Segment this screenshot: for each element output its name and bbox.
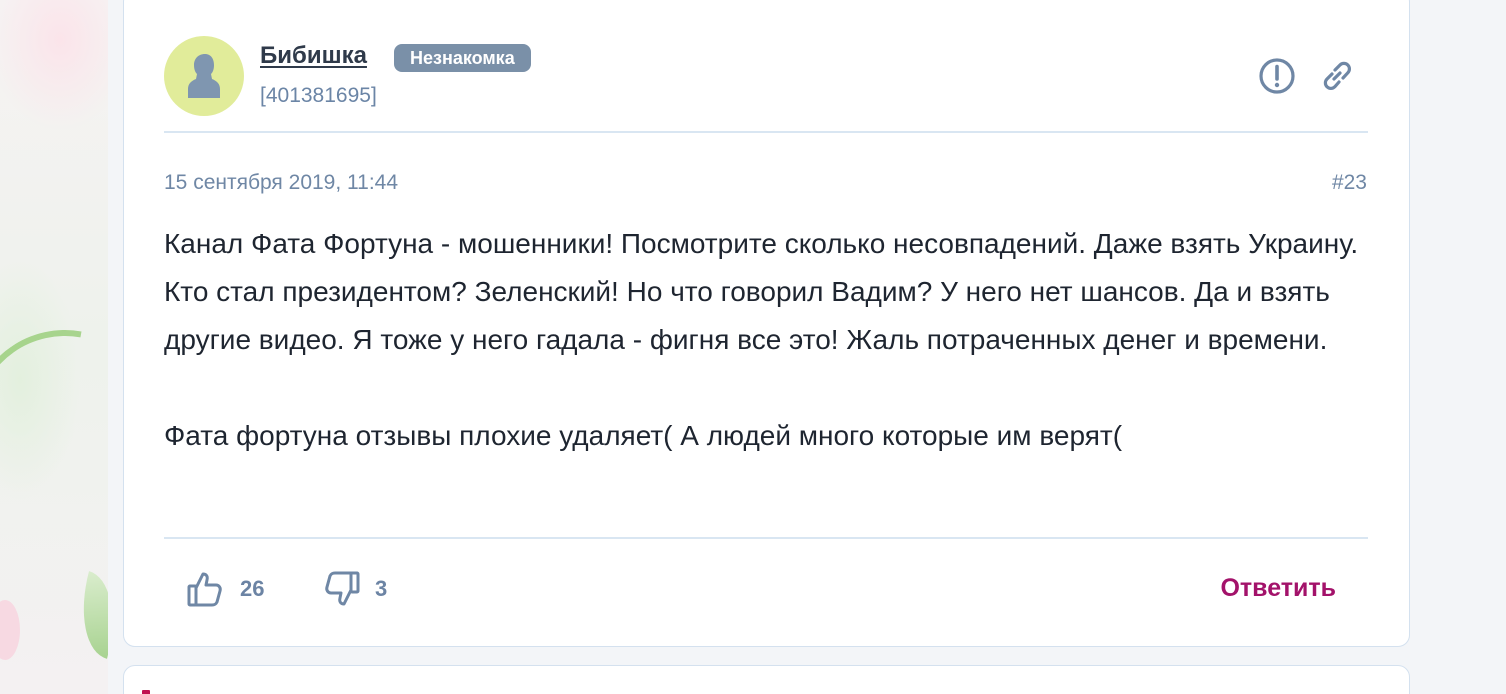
like-count: 26	[240, 576, 265, 601]
user-silhouette-icon	[188, 54, 220, 98]
comment-date: 15 сентября 2019, 11:44	[164, 171, 399, 194]
next-comment-marker	[142, 690, 150, 694]
thumbs-down-icon	[325, 571, 360, 606]
next-comment-card	[123, 665, 1410, 694]
avatar[interactable]	[164, 36, 244, 116]
reply-button[interactable]: Ответить	[1220, 574, 1336, 603]
comment-paragraph: Канал Фата Фортуна - мошенники! Посмотри…	[164, 228, 1359, 355]
decorative-stem	[0, 292, 108, 558]
thumbs-up-icon	[187, 572, 222, 607]
copy-link-button[interactable]	[1317, 56, 1357, 96]
header-divider	[164, 131, 1368, 133]
user-id: [401381695]	[260, 84, 377, 107]
comment-paragraph: Фата фортуна отзывы плохие удаляет( А лю…	[164, 420, 1123, 451]
decorative-petal	[0, 600, 20, 660]
background-decoration	[0, 0, 108, 694]
comment-number-link[interactable]: #23	[1332, 171, 1367, 195]
comment-body: Канал Фата Фортуна - мошенники! Посмотри…	[164, 220, 1374, 460]
link-chain-icon	[1323, 61, 1351, 90]
author-name-link[interactable]: Бибишка	[260, 42, 367, 70]
report-button[interactable]	[1257, 56, 1297, 96]
like-button[interactable]: 26	[186, 568, 264, 610]
dislike-button[interactable]: 3	[321, 568, 387, 610]
exclamation-circle-icon	[1259, 58, 1295, 94]
dislike-count: 3	[375, 576, 388, 601]
decorative-leaf	[68, 571, 108, 659]
footer-divider	[164, 537, 1368, 539]
status-badge: Незнакомка	[394, 44, 531, 72]
